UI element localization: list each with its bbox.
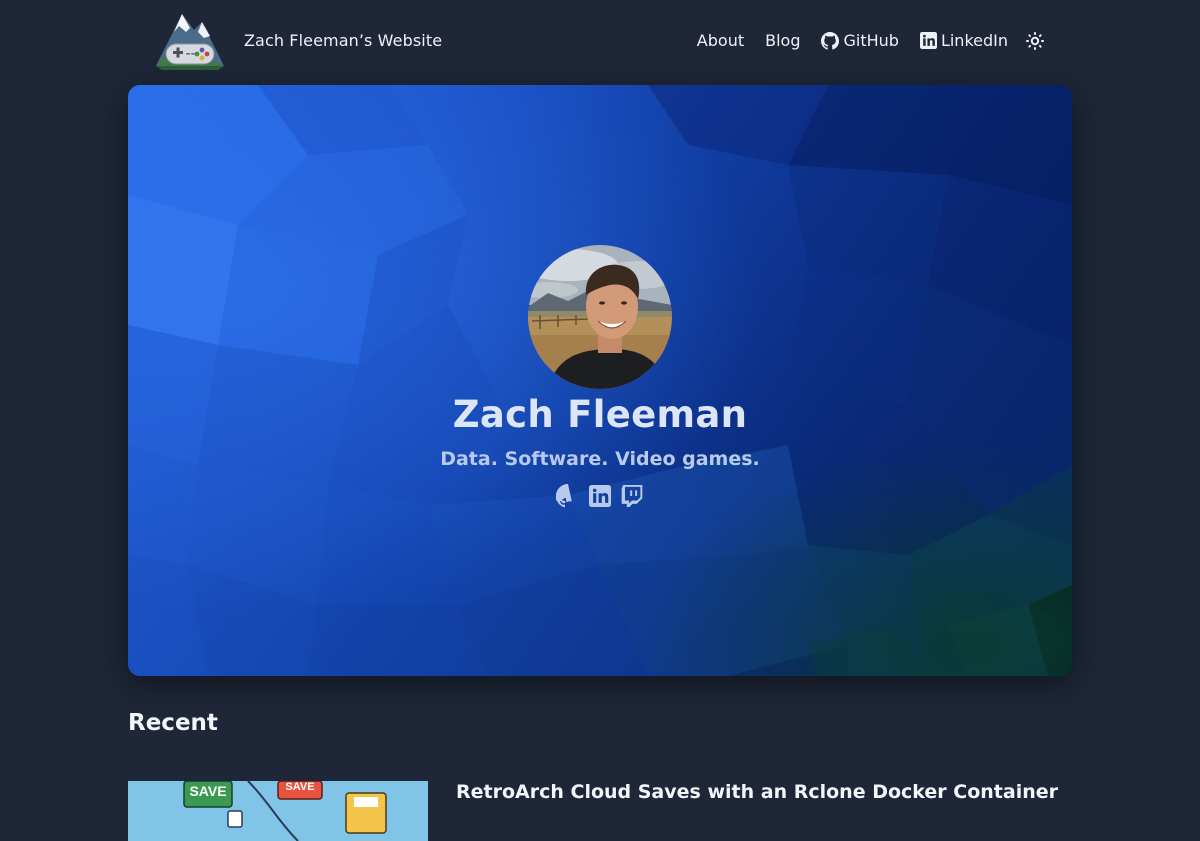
hero-github-link[interactable] — [556, 484, 580, 508]
site-title-link[interactable]: Zach Fleeman’s Website — [244, 31, 442, 50]
hero-banner: Zach Fleeman Data. Software. Video games… — [128, 85, 1072, 676]
hero-twitch-link[interactable] — [620, 484, 644, 508]
hero-social-links — [128, 484, 1072, 508]
recent-heading: Recent — [128, 710, 218, 736]
site-header: Zach Fleeman’s Website About Blog GitHub… — [0, 0, 1200, 84]
linkedin-icon — [589, 485, 611, 507]
hero-name: Zach Fleeman — [452, 393, 748, 436]
linkedin-icon — [919, 32, 937, 49]
profile-avatar — [528, 245, 672, 389]
thumb-save-label-2: SAVE — [285, 781, 314, 793]
main-nav: About Blog GitHub LinkedIn — [697, 31, 1048, 50]
hero-tagline: Data. Software. Video games. — [440, 448, 760, 470]
nav-linkedin[interactable]: LinkedIn — [919, 31, 1008, 50]
twitch-icon — [621, 485, 643, 507]
post-thumbnail[interactable]: SAVE SAVE — [128, 781, 428, 841]
nav-about[interactable]: About — [697, 31, 744, 50]
nav-github[interactable]: GitHub — [821, 31, 899, 50]
theme-toggle-button[interactable] — [1026, 31, 1048, 50]
nav-blog[interactable]: Blog — [765, 31, 800, 50]
nav-github-label: GitHub — [843, 31, 899, 50]
hero-linkedin-link[interactable] — [588, 484, 612, 508]
sun-icon — [1026, 31, 1044, 50]
nav-linkedin-label: LinkedIn — [940, 31, 1008, 50]
thumb-save-label-1: SAVE — [189, 783, 226, 799]
github-icon — [556, 484, 572, 508]
site-logo[interactable] — [152, 8, 228, 70]
github-icon — [821, 31, 840, 50]
